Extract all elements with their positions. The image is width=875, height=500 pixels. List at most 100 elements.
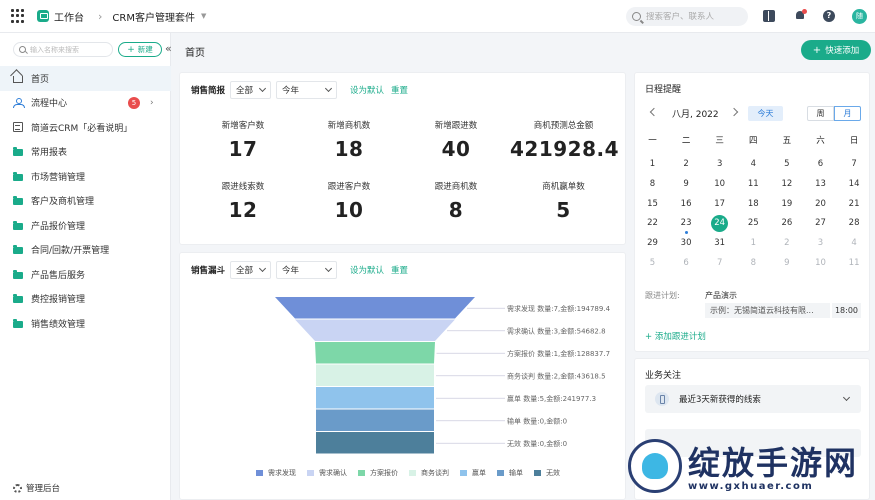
suite-selector[interactable]: CRM客户管理套件: [112, 9, 195, 24]
schedule-item[interactable]: 示例：无锡简道云科技有限...: [705, 303, 830, 318]
legend-item-输单[interactable]: 输单: [497, 468, 523, 478]
month-view-button[interactable]: 月: [834, 106, 861, 121]
stat-followed-customers[interactable]: 跟进客户数 10: [296, 180, 402, 222]
apps-grid-icon[interactable]: [11, 9, 25, 23]
global-search[interactable]: [626, 7, 748, 26]
calendar-day[interactable]: 1: [737, 235, 770, 251]
calendar-day[interactable]: 2: [670, 156, 703, 172]
legend-item-赢单[interactable]: 赢单: [460, 468, 486, 478]
reset-link[interactable]: 重置: [391, 84, 408, 96]
chevron-right-icon[interactable]: [729, 107, 739, 117]
sidebar-item-marketing[interactable]: 市场营销管理: [0, 164, 171, 189]
sidebar-search[interactable]: [13, 42, 113, 57]
period-select[interactable]: 今年: [276, 261, 338, 279]
calendar-day[interactable]: 20: [804, 196, 837, 212]
chevron-left-icon[interactable]: [649, 107, 659, 117]
sidebar-item-performance[interactable]: 销售绩效管理: [0, 311, 171, 336]
calendar-day[interactable]: 7: [703, 255, 736, 271]
quick-add-button[interactable]: + 快速添加: [801, 40, 871, 60]
legend-item-需求确认[interactable]: 需求确认: [307, 468, 347, 478]
sidebar-search-input[interactable]: [30, 45, 110, 54]
period-select[interactable]: 今年: [276, 81, 338, 99]
add-plan-link[interactable]: + 添加跟进计划: [645, 330, 706, 342]
sidebar-item-expenses[interactable]: 费控报销管理: [0, 287, 171, 312]
calendar-day-today[interactable]: 24: [703, 215, 736, 233]
caret-down-icon[interactable]: ▼: [201, 12, 206, 20]
legend-item-方案报价[interactable]: 方案报价: [358, 468, 398, 478]
sidebar-item-reports[interactable]: 常用报表: [0, 140, 171, 165]
calendar-day[interactable]: 13: [804, 176, 837, 192]
calendar-day[interactable]: 8: [737, 255, 770, 271]
set-default-link[interactable]: 设为默认: [350, 264, 384, 276]
stat-followed-leads[interactable]: 跟进线索数 12: [190, 180, 296, 222]
calendar-day[interactable]: 10: [804, 255, 837, 271]
sidebar-item-customers[interactable]: 客户及商机管理: [0, 189, 171, 214]
calendar-day[interactable]: 23: [670, 215, 703, 231]
help-icon[interactable]: ?: [823, 10, 835, 22]
funnel-segment-输单[interactable]: [316, 409, 434, 432]
calendar-day[interactable]: 10: [703, 176, 736, 192]
calendar-day[interactable]: 6: [804, 156, 837, 172]
stat-forecast-amount[interactable]: 商机预测总金额 421928.4: [510, 119, 619, 161]
calendar-day[interactable]: 5: [770, 156, 803, 172]
calendar-day[interactable]: 21: [838, 196, 871, 212]
week-view-button[interactable]: 周: [807, 106, 834, 121]
legend-item-商务谈判[interactable]: 商务谈判: [409, 468, 449, 478]
reset-link[interactable]: 重置: [391, 264, 408, 276]
legend-item-需求发现[interactable]: 需求发现: [256, 468, 296, 478]
calendar-day[interactable]: 26: [770, 215, 803, 231]
scope-select[interactable]: 全部: [230, 261, 272, 279]
sidebar-item-home[interactable]: 首页: [0, 66, 171, 91]
focus-item-recent-leads[interactable]: 最近3天新获得的线索: [645, 385, 861, 413]
calendar-day[interactable]: 12: [770, 176, 803, 192]
set-default-link[interactable]: 设为默认: [350, 84, 384, 96]
calendar-day[interactable]: 17: [703, 196, 736, 212]
funnel-segment-方案报价[interactable]: [315, 342, 435, 364]
calendar-day[interactable]: 27: [804, 215, 837, 231]
calendar-day[interactable]: 30: [670, 235, 703, 251]
funnel-segment-无效[interactable]: [316, 432, 434, 454]
calendar-day[interactable]: 16: [670, 196, 703, 212]
legend-item-无效[interactable]: 无效: [534, 468, 560, 478]
calendar-day[interactable]: 25: [737, 215, 770, 231]
calendar-day[interactable]: 7: [838, 156, 871, 172]
funnel-segment-需求确认[interactable]: [295, 319, 455, 342]
calendar-day[interactable]: 18: [737, 196, 770, 212]
funnel-segment-需求发现[interactable]: [275, 297, 475, 319]
calendar-day[interactable]: 2: [770, 235, 803, 251]
stat-followed-opportunities[interactable]: 跟进商机数 8: [403, 180, 509, 222]
notification-bell-icon[interactable]: [794, 9, 807, 22]
admin-link[interactable]: 管理后台: [13, 482, 60, 494]
stat-new-opportunities[interactable]: 新增商机数 18: [296, 119, 402, 161]
calendar-day[interactable]: 11: [737, 176, 770, 192]
calendar-day[interactable]: 8: [636, 176, 669, 192]
calendar-day[interactable]: 31: [703, 235, 736, 251]
today-button[interactable]: 今天: [748, 106, 783, 121]
calendar-day[interactable]: 22: [636, 215, 669, 231]
calendar-day[interactable]: 4: [838, 235, 871, 251]
collapse-sidebar-icon[interactable]: «: [165, 42, 172, 55]
stat-won-deals[interactable]: 商机赢单数 5: [510, 180, 617, 222]
avatar[interactable]: 随: [852, 9, 867, 24]
global-search-input[interactable]: [646, 11, 741, 22]
calendar-day[interactable]: 29: [636, 235, 669, 251]
calendar-day[interactable]: 15: [636, 196, 669, 212]
book-icon[interactable]: [763, 10, 775, 22]
scope-select[interactable]: 全部: [230, 81, 272, 99]
sidebar-item-guide[interactable]: 简道云CRM「必看说明」: [0, 115, 171, 140]
calendar-day[interactable]: 9: [770, 255, 803, 271]
calendar-day[interactable]: 6: [670, 255, 703, 271]
workspace-link[interactable]: 工作台: [54, 9, 84, 24]
calendar-day[interactable]: 5: [636, 255, 669, 271]
new-button[interactable]: + 新建: [118, 42, 162, 57]
sidebar-item-aftersales[interactable]: 产品售后服务: [0, 262, 171, 287]
sidebar-item-process-center[interactable]: 流程中心 5 ›: [0, 91, 171, 116]
stat-new-customers[interactable]: 新增客户数 17: [190, 119, 296, 161]
calendar-day[interactable]: 11: [838, 255, 871, 271]
calendar-day[interactable]: 28: [838, 215, 871, 231]
funnel-segment-商务谈判[interactable]: [316, 364, 434, 387]
stat-new-followups[interactable]: 新增跟进数 40: [403, 119, 509, 161]
calendar-day[interactable]: 9: [670, 176, 703, 192]
calendar-day[interactable]: 4: [737, 156, 770, 172]
calendar-day[interactable]: 3: [804, 235, 837, 251]
